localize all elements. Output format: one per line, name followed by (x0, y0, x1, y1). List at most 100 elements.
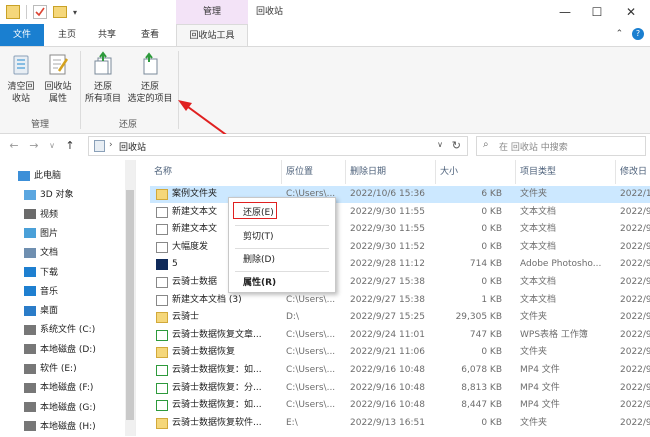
nav-item[interactable]: 3D 对象 (24, 185, 74, 205)
nav-item[interactable]: 图片 (24, 224, 58, 244)
cell-date: 2022/9/30 11:52 (350, 241, 425, 252)
scrollbar-thumb[interactable] (126, 190, 134, 420)
cell-date: 2022/9/16 10:48 (350, 400, 425, 411)
cell-mod: 2022/9 (620, 277, 650, 287)
cell-size: 0 KB (481, 224, 502, 235)
tab-recycle-bin-tools[interactable]: 回收站工具 (176, 24, 248, 47)
cell-size: 1 KB (481, 294, 502, 305)
properties-check-icon[interactable] (33, 5, 47, 19)
cell-name: 云骑士数据恢复：如... (172, 365, 262, 375)
table-row[interactable]: 大幅度发 2022/9/30 11:52 0 KB 文本文档 2022/9 (150, 239, 650, 256)
chevron-up-icon[interactable]: ⌃ (616, 29, 624, 39)
table-row[interactable]: 新建文本文档 (3) C:\Users\... 2022/9/27 15:38 1 K… (150, 292, 650, 309)
nav-item[interactable]: 桌面 (24, 301, 58, 321)
nav-item[interactable]: 软件 (E:) (24, 359, 77, 379)
table-row[interactable]: 云骑士数据恢复：如... C:\Users\... 2022/9/16 10:48 6… (150, 362, 650, 379)
table-row[interactable]: 云骑士数据恢复：分... C:\Users\... 2022/9/16 10:48 8… (150, 380, 650, 397)
context-tab-manage[interactable]: 管理 (176, 0, 248, 24)
recent-locations-chevron-icon[interactable]: ∨ (44, 138, 60, 154)
cell-date: 2022/9/21 11:06 (350, 347, 425, 358)
column-header[interactable]: 名称 (150, 160, 282, 184)
table-row[interactable]: 云骑士数据恢复：如... C:\Users\... 2022/9/16 10:48 8… (150, 397, 650, 414)
table-row[interactable]: 云骑士数据恢复 C:\Users\... 2022/9/21 11:06 0 KB 文件… (150, 344, 650, 361)
tab-view[interactable]: 查看 (132, 24, 168, 46)
table-row[interactable]: 云骑士数据恢复文章... C:\Users\... 2022/9/24 11:01 7… (150, 327, 650, 344)
cell-date: 2022/9/13 16:51 (350, 417, 425, 428)
nav-item[interactable]: 下载 (24, 263, 58, 283)
table-row[interactable]: 云骑士数据 2022/9/27 15:38 0 KB 文本文档 2022/9 (150, 274, 650, 291)
cell-date: 2022/9/27 15:38 (350, 277, 425, 287)
nav-item[interactable]: 本地磁盘 (H:) (24, 417, 96, 437)
nav-item[interactable]: 本地磁盘 (G:) (24, 398, 96, 418)
nav-item-icon (24, 209, 36, 220)
table-row[interactable]: 云骑士 D:\ 2022/9/27 15:25 29,305 KB 文件夹 2022/9 (150, 309, 650, 326)
help-icon[interactable]: ? (632, 28, 644, 40)
table-row[interactable]: 5 2022/9/28 11:12 714 KB Adobe Photosho... 2… (150, 256, 650, 273)
restore-all-icon (90, 51, 116, 77)
restore-all-button[interactable]: 还原 所有项目 (82, 51, 124, 105)
cell-name: 云骑士数据恢复 (172, 347, 236, 358)
close-button[interactable]: ✕ (614, 0, 648, 24)
nav-item-label: 系统文件 (C:) (40, 325, 96, 336)
menu-item-cut[interactable]: 剪切(T) (229, 228, 335, 246)
nav-item[interactable]: 本地磁盘 (D:) (24, 340, 96, 360)
tab-file[interactable]: 文件 (0, 24, 44, 46)
folder-icon (156, 189, 168, 200)
cell-mod: 2022/9 (620, 241, 650, 252)
nav-item[interactable]: 系统文件 (C:) (24, 320, 95, 340)
refresh-icon[interactable]: ↻ (452, 139, 461, 152)
cell-type: 文件夹 (520, 417, 548, 428)
empty-recycle-bin-button[interactable]: 清空回 收站 (4, 51, 38, 105)
breadcrumb[interactable]: 回收站 (119, 140, 146, 153)
column-header[interactable]: 项目类型 (516, 160, 616, 184)
table-row[interactable]: 案例文件夹 C:\Users\... 2022/10/6 15:36 6 KB 文件夹 2… (150, 186, 650, 203)
restore-selected-button[interactable]: 还原 选定的项目 (124, 51, 176, 105)
maximize-button[interactable]: ☐ (580, 0, 614, 24)
up-button[interactable]: ↑ (62, 138, 78, 154)
nav-item[interactable]: 视频 (24, 205, 58, 225)
menu-item-delete[interactable]: 删除(D) (229, 251, 335, 269)
nav-scrollbar[interactable] (125, 160, 135, 436)
recycle-bin-properties-button[interactable]: 回收站 属性 (40, 51, 76, 105)
new-folder-icon[interactable] (53, 6, 67, 18)
chevron-down-icon[interactable]: ▾ (73, 8, 77, 17)
table-row[interactable]: 新建文本文 2022/9/30 11:55 0 KB 文本文档 2022/9 (150, 221, 650, 238)
column-header[interactable]: 大小 (436, 160, 516, 184)
window-title: 回收站 (256, 7, 284, 17)
restore-selected-label-1: 还原 (140, 82, 159, 92)
menu-separator (235, 248, 329, 249)
menu-item-properties[interactable]: 属性(R) (229, 274, 335, 292)
forward-button[interactable]: → (26, 138, 42, 154)
nav-item-icon (24, 324, 36, 335)
tab-home[interactable]: 主页 (50, 24, 84, 46)
search-input[interactable]: ⌕ 在 回收站 中搜索 (476, 136, 646, 156)
cell-size: 0 KB (481, 417, 502, 428)
tab-share[interactable]: 共享 (90, 24, 124, 46)
mp4-icon (156, 400, 168, 412)
group-divider (80, 51, 81, 129)
cell-size: 714 KB (469, 259, 502, 270)
nav-item[interactable]: 音乐 (24, 282, 58, 302)
back-button[interactable]: ← (6, 138, 22, 154)
address-dropdown-icon[interactable]: ∨ (437, 140, 443, 149)
group-divider (178, 51, 179, 129)
cell-type: 文件夹 (520, 347, 548, 358)
cell-mod: 2022/9 (620, 400, 650, 411)
table-row[interactable]: 新建文本文 2022/9/30 11:55 0 KB 文本文档 2022/9 (150, 204, 650, 221)
nav-item-icon (24, 267, 36, 277)
column-header[interactable]: 修改日 (616, 160, 650, 184)
address-bar[interactable]: › 回收站 ∨ ↻ (88, 136, 468, 156)
nav-item[interactable]: 文档 (24, 243, 58, 263)
nav-item[interactable]: 本地磁盘 (F:) (24, 378, 93, 398)
cell-size: 0 KB (481, 241, 502, 252)
table-row[interactable]: 云骑士数据恢复软件... E:\ 2022/9/13 16:51 0 KB 文件夹 202… (150, 415, 650, 432)
column-header[interactable]: 原位置 (282, 160, 346, 184)
toolbar-divider (26, 5, 27, 19)
address-row: ← → ∨ ↑ › 回收站 ∨ ↻ ⌕ 在 回收站 中搜索 (0, 134, 650, 158)
minimize-button[interactable]: — (548, 0, 582, 24)
ps-icon (156, 259, 168, 271)
cell-type: 文件夹 (520, 312, 548, 323)
column-header[interactable]: 删除日期 (346, 160, 436, 184)
nav-item[interactable]: 此电脑 (18, 166, 61, 186)
recycle-bin-icon (8, 51, 34, 77)
